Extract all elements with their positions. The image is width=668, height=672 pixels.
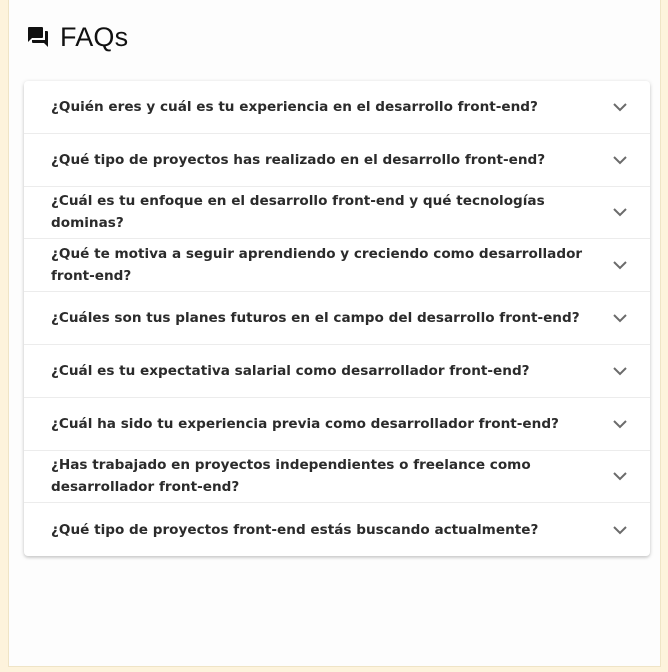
chevron-down-icon[interactable]	[612, 470, 628, 482]
forum-icon	[26, 25, 50, 49]
chevron-down-icon[interactable]	[612, 206, 628, 218]
faq-question: ¿Cuál ha sido tu experiencia previa como…	[51, 415, 559, 432]
chevron-down-icon[interactable]	[612, 101, 628, 113]
faq-question: ¿Cuál es tu enfoque en el desarrollo fro…	[51, 193, 545, 232]
faq-accordion: ¿Quién eres y cuál es tu experiencia en …	[24, 81, 650, 557]
faq-question: ¿Quién eres y cuál es tu experiencia en …	[51, 98, 538, 115]
faq-header: FAQs	[26, 19, 128, 55]
faq-question: ¿Has trabajado en proyectos independient…	[51, 457, 531, 496]
chevron-down-icon[interactable]	[612, 154, 628, 166]
chevron-down-icon[interactable]	[612, 312, 628, 324]
faq-item[interactable]: ¿Cuáles son tus planes futuros en el cam…	[24, 292, 650, 345]
chevron-down-icon[interactable]	[612, 524, 628, 536]
faq-item[interactable]: ¿Qué tipo de proyectos has realizado en …	[24, 134, 650, 187]
faq-panel: FAQs ¿Quién eres y cuál es tu experienci…	[8, 0, 661, 667]
faq-question: ¿Cuáles son tus planes futuros en el cam…	[51, 310, 580, 327]
faq-item[interactable]: ¿Cuál es tu expectativa salarial como de…	[24, 345, 650, 398]
chevron-down-icon[interactable]	[612, 365, 628, 377]
faq-item[interactable]: ¿Qué te motiva a seguir aprendiendo y cr…	[24, 239, 650, 293]
faq-item[interactable]: ¿Cuál es tu enfoque en el desarrollo fro…	[24, 187, 650, 240]
faq-item[interactable]: ¿Qué tipo de proyectos front-end estás b…	[24, 503, 650, 556]
chevron-down-icon[interactable]	[612, 418, 628, 430]
faq-question: ¿Qué tipo de proyectos front-end estás b…	[51, 521, 539, 538]
faq-question: ¿Qué tipo de proyectos has realizado en …	[51, 151, 546, 168]
faq-item[interactable]: ¿Has trabajado en proyectos independient…	[24, 451, 650, 504]
faq-question: ¿Cuál es tu expectativa salarial como de…	[51, 362, 530, 379]
faq-item[interactable]: ¿Cuál ha sido tu experiencia previa como…	[24, 398, 650, 451]
faq-item[interactable]: ¿Quién eres y cuál es tu experiencia en …	[24, 81, 650, 134]
faq-question: ¿Qué te motiva a seguir aprendiendo y cr…	[51, 246, 583, 285]
page-title: FAQs	[60, 21, 129, 52]
chevron-down-icon[interactable]	[612, 259, 628, 271]
